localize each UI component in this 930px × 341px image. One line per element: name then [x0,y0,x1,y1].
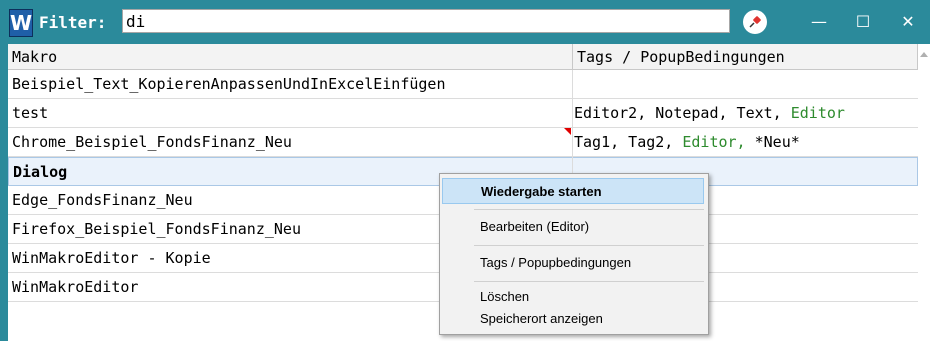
context-menu: Wiedergabe starten Bearbeiten (Editor) T… [439,173,709,335]
macro-name-cell: Chrome_Beispiel_FondsFinanz_Neu [12,133,292,151]
tag-text: Editor [790,104,845,122]
menu-item-tags-popupbedingungen[interactable]: Tags / Popupbedingungen [442,250,704,276]
menu-item-wiedergabe-starten[interactable]: Wiedergabe starten [442,178,704,204]
maximize-button[interactable]: ☐ [841,8,885,36]
filter-label: Filter: [39,13,107,32]
close-button[interactable]: ✕ [886,8,930,36]
tags-cell: Tag1, Tag2, Editor, *Neu* [574,128,800,156]
menu-item-bearbeiten[interactable]: Bearbeiten (Editor) [442,214,704,240]
app-icon[interactable]: W [9,9,33,37]
tags-cell: Editor2, Notepad, Text, Editor [574,99,845,127]
title-bar: W Filter: — ☐ ✕ [0,0,930,44]
comment-marker-icon [564,128,571,135]
column-header-makro[interactable]: Makro [8,44,573,70]
menu-separator [474,245,704,246]
table-row[interactable]: Chrome_Beispiel_FondsFinanz_Neu Tag1, Tag… [8,128,918,157]
macro-name-cell: test [12,104,49,122]
tag-text: Editor, [682,133,746,151]
table-row[interactable]: Beispiel_Text_KopierenAnpassenUndInExcel… [8,70,918,99]
table-row[interactable]: test Editor2, Notepad, Text, Editor [8,99,918,128]
macro-name-cell: Beispiel_Text_KopierenAnpassenUndInExcel… [12,75,446,93]
pin-icon[interactable] [743,10,767,34]
tag-text: Editor2, Notepad, Text, [574,104,791,122]
menu-separator [474,281,704,282]
tag-text: Tag1, Tag2, [574,133,683,151]
minimize-button[interactable]: — [797,8,841,36]
menu-item-speicherort-anzeigen[interactable]: Speicherort anzeigen [442,306,704,332]
tag-text: *Neu* [745,133,800,151]
menu-separator [474,209,704,210]
scroll-up-icon[interactable] [920,52,928,57]
filter-input[interactable] [122,9,730,33]
column-header-tags[interactable]: Tags / PopupBedingungen [573,44,918,70]
